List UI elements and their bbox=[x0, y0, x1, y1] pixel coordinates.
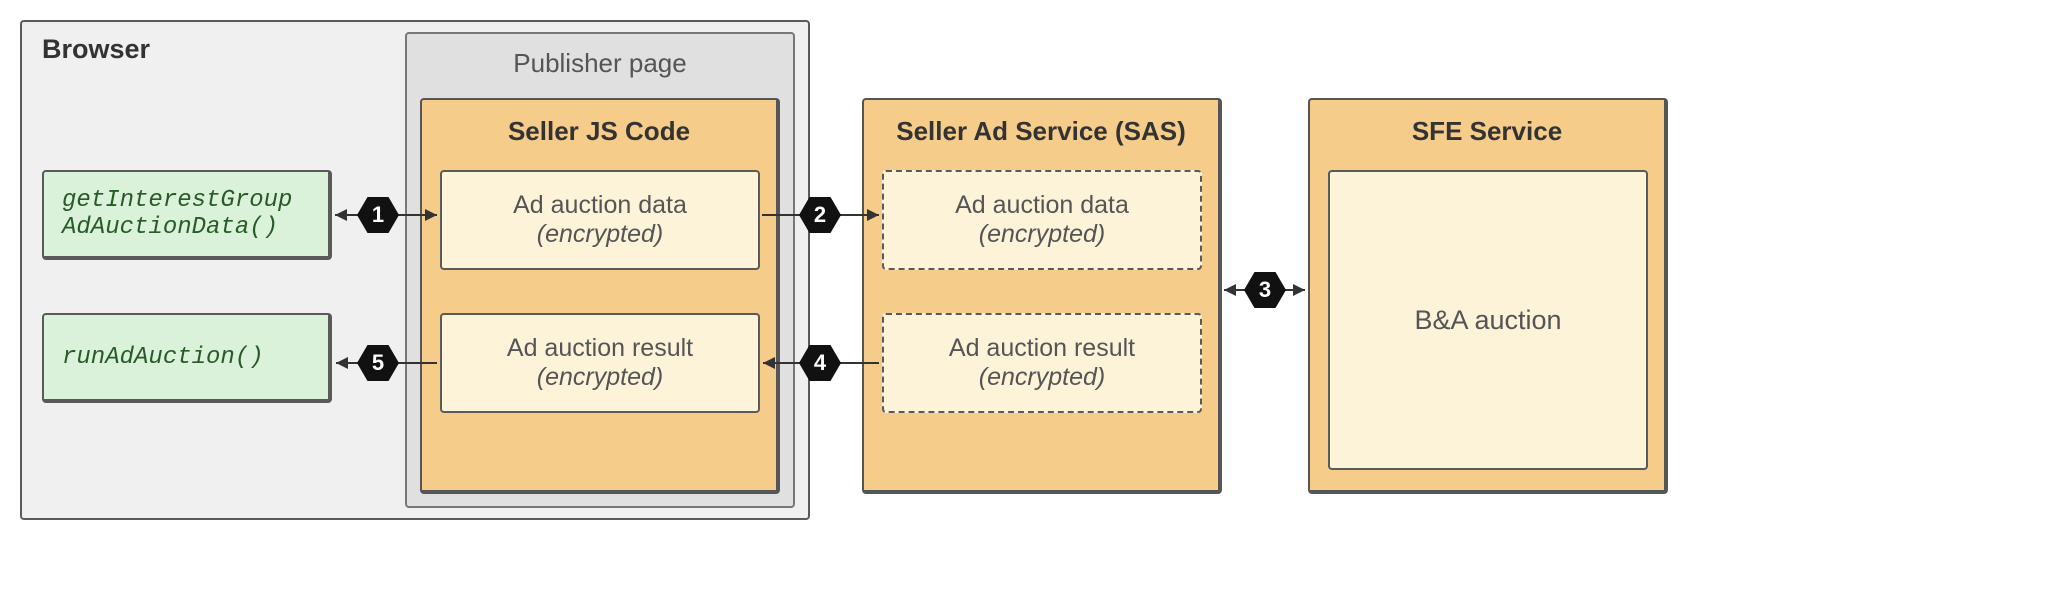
sas-auction-data-box: Ad auction data (encrypted) bbox=[882, 170, 1202, 270]
js-auction-data-enc: (encrypted) bbox=[442, 220, 758, 249]
js-auction-result-enc: (encrypted) bbox=[442, 363, 758, 392]
js-auction-data-label: Ad auction data bbox=[442, 191, 758, 220]
sfe-title: SFE Service bbox=[1412, 116, 1562, 146]
sas-auction-data-enc: (encrypted) bbox=[884, 220, 1200, 249]
sas-auction-result-box: Ad auction result (encrypted) bbox=[882, 313, 1202, 413]
sas-auction-data-label: Ad auction data bbox=[884, 191, 1200, 220]
js-auction-data-box: Ad auction data (encrypted) bbox=[440, 170, 760, 270]
seller-js-code: Seller JS Code bbox=[420, 98, 780, 494]
js-auction-result-label: Ad auction result bbox=[442, 334, 758, 363]
js-auction-result-box: Ad auction result (encrypted) bbox=[440, 313, 760, 413]
seller-ad-service: Seller Ad Service (SAS) bbox=[862, 98, 1222, 494]
api-run-auction-label: runAdAuction() bbox=[62, 344, 264, 371]
api-run-ad-auction: runAdAuction() bbox=[42, 313, 332, 403]
ba-auction-label: B&A auction bbox=[1414, 305, 1561, 336]
seller-js-title: Seller JS Code bbox=[508, 116, 690, 146]
api-get-ig-label: getInterestGroup AdAuctionData() bbox=[62, 187, 310, 241]
sas-auction-result-label: Ad auction result bbox=[884, 334, 1200, 363]
ba-auction-box: B&A auction bbox=[1328, 170, 1648, 470]
sas-title: Seller Ad Service (SAS) bbox=[896, 116, 1186, 146]
step-3-badge: 3 bbox=[1244, 272, 1286, 308]
publisher-label: Publisher page bbox=[513, 48, 686, 78]
auction-flow-diagram: Browser Publisher page Seller JS Code ge… bbox=[20, 20, 2028, 587]
sas-auction-result-enc: (encrypted) bbox=[884, 363, 1200, 392]
api-get-interest-group: getInterestGroup AdAuctionData() bbox=[42, 170, 332, 260]
